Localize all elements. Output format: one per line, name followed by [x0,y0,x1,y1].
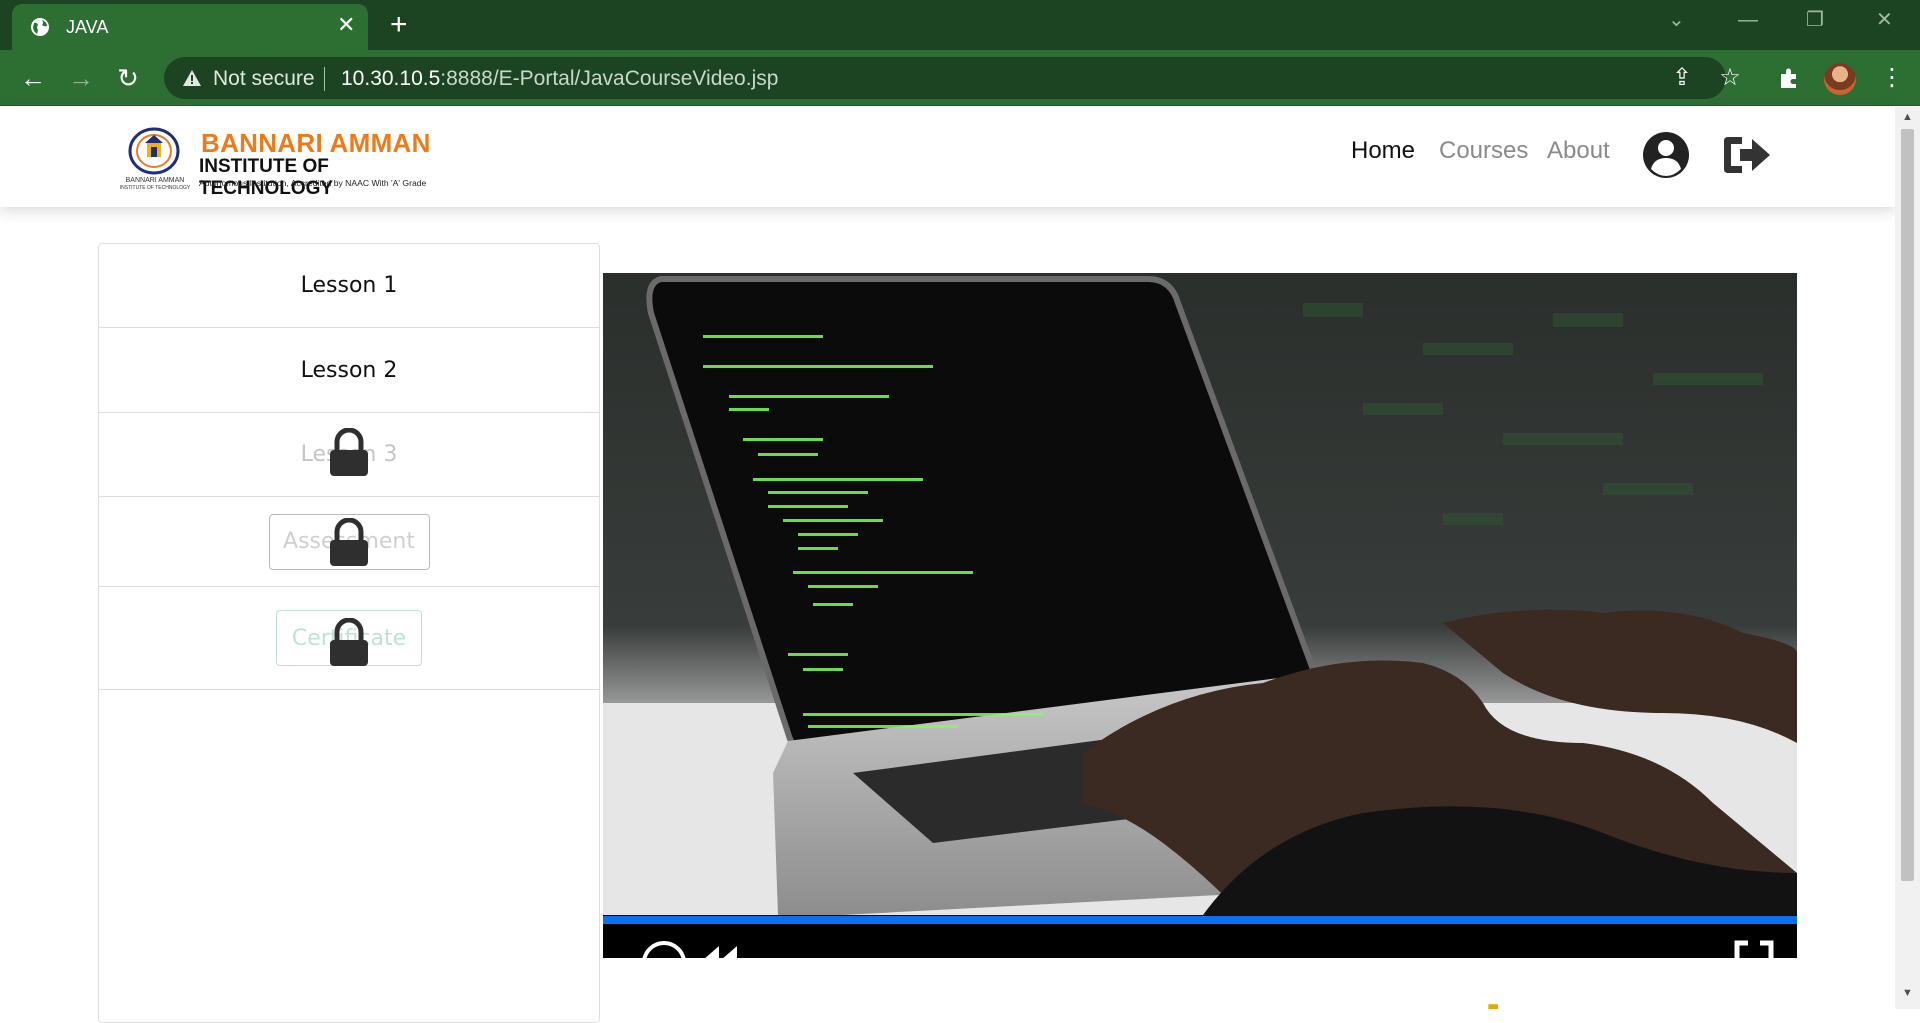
menu-icon[interactable]: ⋮ [1880,64,1904,92]
reload-icon[interactable]: ↻ [114,64,142,92]
logout-icon[interactable] [1722,133,1772,177]
url-host: 10.30.10.5 [341,67,441,90]
close-window-icon[interactable]: ✕ [1876,8,1893,32]
forward-icon[interactable]: → [67,64,95,92]
extensions-icon[interactable] [1777,66,1801,90]
lesson-sidebar: Lesson 1 Lesson 2 Lesson 3 Assessment Ce… [98,243,600,1023]
play-icon[interactable] [641,940,687,958]
profile-avatar[interactable] [1824,63,1856,95]
lock-icon [330,618,368,666]
site-header: BANNARI AMMAN INSTITUTE OF TECHNOLOGY BA… [0,107,1895,207]
lock-icon [330,428,368,476]
lesson-2-label: Lesson 2 [300,357,398,383]
video-frame [603,273,1797,915]
tab-title: JAVA [66,17,109,37]
url-text[interactable]: 10.30.10.5:8888/E-Portal/JavaCourseVideo… [341,67,778,91]
page-viewport: BANNARI AMMAN INSTITUTE OF TECHNOLOGY BA… [0,107,1920,1023]
certificate-row: Certificate [99,587,599,690]
nav-courses[interactable]: Courses [1439,137,1528,165]
tab-close-icon[interactable]: ✕ [337,14,355,36]
url-path: :8888/E-Portal/JavaCourseVideo.jsp [440,67,779,90]
video-player[interactable] [603,273,1797,958]
back-icon[interactable]: ← [19,64,47,92]
globe-icon [31,18,49,36]
browser-toolbar: ← → ↻ Not secure 10.30.10.5:8888/E-Porta… [0,50,1920,106]
tab-search-icon[interactable]: ⌄ [1668,8,1685,32]
logo-title: BANNARI AMMAN [201,128,431,158]
page-scrollbar[interactable]: ▲ ▼ [1895,107,1920,1009]
assessment-row: Assessment [99,497,599,587]
user-profile-icon[interactable] [1641,130,1691,180]
restore-icon[interactable]: ❐ [1806,8,1824,32]
scroll-up-icon[interactable]: ▲ [1902,111,1913,123]
lesson-item-3-locked: Lesson 3 [99,413,599,497]
fullscreen-icon[interactable] [1734,940,1774,958]
lesson-1-label: Lesson 1 [300,273,398,298]
security-label[interactable]: Not secure [213,67,315,91]
nav-home[interactable]: Home [1351,137,1415,165]
rewind-icon[interactable] [701,946,739,958]
scroll-down-icon[interactable]: ▼ [1902,987,1913,999]
video-controls [603,924,1797,958]
scroll-thumb[interactable] [1901,129,1914,881]
video-progress-bar[interactable] [603,916,1797,924]
institute-logo[interactable]: BANNARI AMMAN INSTITUTE OF TECHNOLOGY BA… [118,125,448,199]
warning-icon [183,70,201,86]
lesson-item-2[interactable]: Lesson 2 [99,328,599,413]
emblem-caption-2: INSTITUTE OF TECHNOLOGY [119,185,191,191]
new-tab-button[interactable]: + [390,10,408,40]
minimize-icon[interactable]: — [1738,8,1758,32]
star-icon[interactable]: ☆ [1717,65,1743,91]
address-bar[interactable]: Not secure 10.30.10.5:8888/E-Portal/Java… [164,57,1741,99]
lock-icon [330,518,368,566]
logo-tagline: Autonomous Institution, Accredited by NA… [199,178,427,188]
emblem-caption: BANNARI AMMAN [125,177,185,184]
lesson-item-1[interactable]: Lesson 1 [99,244,599,328]
share-icon[interactable]: ⇪ [1669,65,1695,91]
star-badge-icon: ▮ [1486,997,1500,1009]
url-divider [324,67,325,91]
cut-off-content: ▮ [1486,997,1500,1009]
browser-tab-java[interactable]: JAVA ✕ [12,4,368,50]
browser-tab-bar: JAVA ✕ + ⌄ — ❐ ✕ [0,0,1920,50]
nav-about[interactable]: About [1547,137,1610,165]
